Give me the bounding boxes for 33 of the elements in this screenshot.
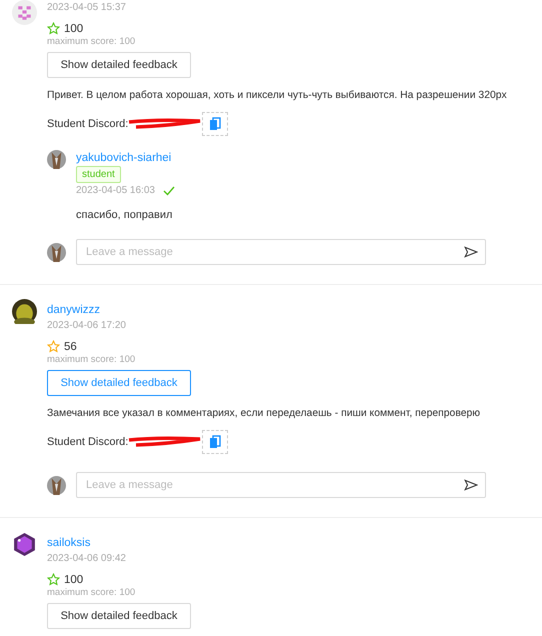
author-link[interactable]: yakubovich-siarhei [76,150,542,166]
copy-button[interactable] [202,430,228,454]
maximum-score: maximum score: 100 [47,353,136,366]
feedback-button[interactable]: Show detailed feedback [47,370,191,396]
maximum-score: maximum score: 100 [47,586,136,599]
review-comment: Привет. В целом работа хорошая, хоть и пиксели чуть-чуть выбиваются. На разрешении 320px [47,90,508,101]
maximum-score: maximum score: 100 [47,35,136,48]
send-icon[interactable] [464,246,478,258]
review-date: 2023-04-05 15:37 [47,1,127,15]
avatar [47,242,66,262]
discord-label: Student Discord: [47,436,128,448]
copy-button[interactable] [202,112,228,136]
send-icon[interactable] [464,479,478,491]
discord-label: Student Discord: [47,118,128,130]
copy-icon [209,435,222,449]
reply-date: 2023-04-05 16:03 [76,184,155,198]
role-tag: student [76,166,121,183]
message-field[interactable]: Leave a message [76,472,486,498]
review-date: 2023-04-06 17:20 [47,319,127,333]
reply-text: спасибо, поправил [76,209,174,221]
avatar [47,476,66,494]
score: 100 [64,574,84,586]
message-field[interactable]: Leave a message [76,239,486,265]
score: 100 [64,22,84,34]
score: 56 [64,340,77,352]
author-link[interactable]: sailoksis [47,535,542,551]
avatar [47,150,66,169]
feedback-button[interactable]: Show detailed feedback [47,603,191,629]
feedback-button[interactable]: Show detailed feedback [47,52,191,78]
copy-icon [209,117,222,131]
author-link[interactable]: danywizzz [47,302,542,318]
review-comment: Замечания все указал в комментариях, если переделаешь - пиши коммент, перепроверю [47,408,482,419]
review-date: 2023-04-06 09:42 [47,552,127,566]
